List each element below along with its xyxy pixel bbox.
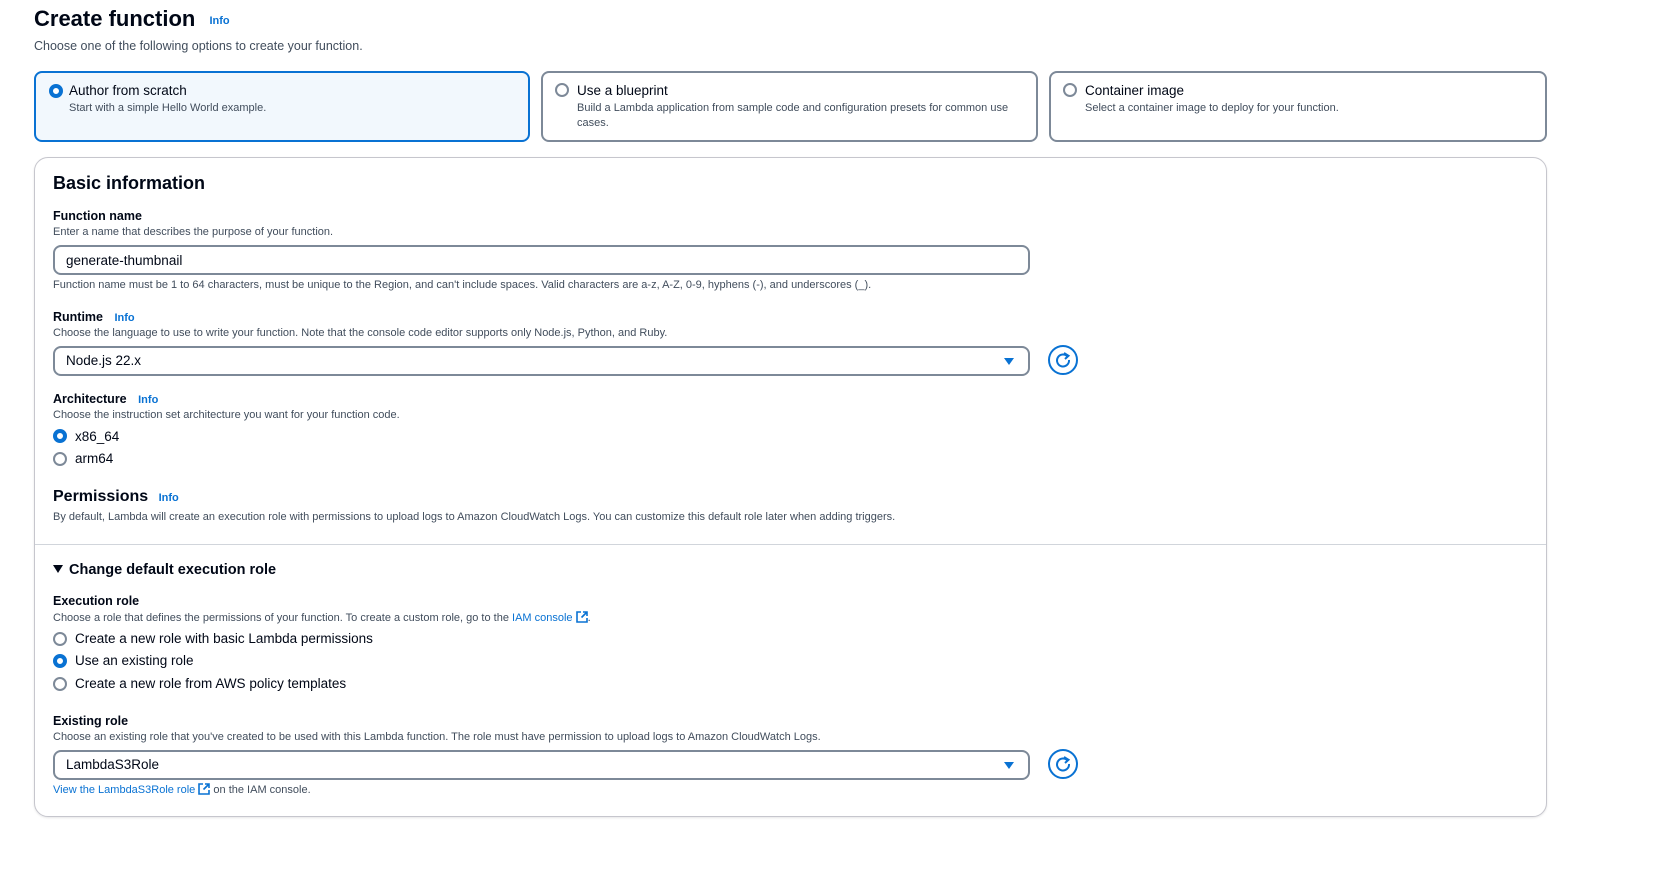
runtime-select[interactable]: Node.js 22.x <box>53 346 1030 376</box>
external-link-icon <box>575 611 588 623</box>
expander-label: Change default execution role <box>69 562 277 578</box>
execution-role-description-period: . <box>587 612 591 624</box>
runtime-description: Choose the language to use to write your… <box>53 327 668 339</box>
option-title: Container image <box>1085 83 1185 98</box>
permissions-heading-text: Permissions <box>53 488 149 505</box>
title-info-link[interactable]: Info <box>209 15 229 27</box>
function-name-description: Enter a name that describes the purpose … <box>53 226 334 238</box>
existing-role-refresh-button[interactable] <box>1048 749 1078 779</box>
architecture-info-link[interactable]: Info <box>138 394 158 406</box>
radio-arm64[interactable] <box>53 452 67 466</box>
function-name-constraint: Function name must be 1 to 64 characters… <box>53 279 872 291</box>
option-container-image[interactable]: Container image Select a container image… <box>1049 71 1547 142</box>
page-subtitle: Choose one of the following options to c… <box>34 39 363 53</box>
runtime-info-link[interactable]: Info <box>114 312 134 324</box>
existing-role-description: Choose an existing role that you've crea… <box>53 731 821 743</box>
x86-64-label[interactable]: x86_64 <box>75 429 119 444</box>
page-title: Create function Info <box>34 6 230 31</box>
create-new-role-label[interactable]: Create a new role with basic Lambda perm… <box>75 631 373 646</box>
iam-console-link[interactable]: IAM console <box>512 611 588 624</box>
triangle-down-icon <box>53 565 63 573</box>
runtime-label-text: Runtime <box>53 310 103 324</box>
execution-role-description-text: Choose a role that defines the permissio… <box>53 612 509 624</box>
radio-use-a-blueprint[interactable] <box>555 83 569 97</box>
function-name-input[interactable] <box>53 245 1030 275</box>
runtime-refresh-button[interactable] <box>1048 345 1078 375</box>
runtime-selected-value: Node.js 22.x <box>66 353 142 368</box>
radio-container-image[interactable] <box>1063 83 1077 97</box>
option-use-a-blueprint[interactable]: Use a blueprint Build a Lambda applicati… <box>541 71 1038 142</box>
radio-create-new-role[interactable] <box>53 632 67 646</box>
existing-role-select[interactable]: LambdaS3Role <box>53 750 1030 780</box>
radio-author-from-scratch[interactable] <box>49 84 63 98</box>
function-name-label: Function name <box>53 209 142 223</box>
runtime-label: Runtime Info <box>53 310 135 324</box>
caret-down-icon <box>1004 762 1014 769</box>
existing-role-selected-value: LambdaS3Role <box>66 757 160 772</box>
external-link-icon <box>198 783 211 795</box>
option-title: Author from scratch <box>69 83 187 98</box>
arm64-label[interactable]: arm64 <box>75 451 113 466</box>
caret-down-icon <box>1004 358 1014 365</box>
permissions-info-link[interactable]: Info <box>159 492 179 504</box>
execution-role-description: Choose a role that defines the permissio… <box>53 611 591 624</box>
existing-role-label: Existing role <box>53 714 129 728</box>
basic-information-heading: Basic information <box>53 173 206 193</box>
architecture-description: Choose the instruction set architecture … <box>53 409 400 421</box>
option-description: Build a Lambda application from sample c… <box>577 102 1009 129</box>
refresh-icon <box>1056 352 1071 368</box>
option-title: Use a blueprint <box>577 83 668 98</box>
option-description: Start with a simple Hello World example. <box>69 102 267 114</box>
refresh-icon <box>1056 756 1071 772</box>
use-existing-role-label[interactable]: Use an existing role <box>75 653 194 668</box>
permissions-heading: Permissions Info <box>53 488 179 506</box>
radio-use-existing-role[interactable] <box>53 654 67 668</box>
view-role-line: View the LambdaS3Role role on the IAM co… <box>53 783 311 796</box>
architecture-label-text: Architecture <box>53 392 127 406</box>
radio-role-from-policy-templates[interactable] <box>53 677 67 691</box>
option-author-from-scratch[interactable]: Author from scratch Start with a simple … <box>34 71 530 142</box>
option-description: Select a container image to deploy for y… <box>1085 102 1339 114</box>
section-divider <box>35 544 1546 545</box>
view-role-link[interactable]: View the LambdaS3Role role <box>53 783 211 796</box>
permissions-description: By default, Lambda will create an execut… <box>53 511 896 523</box>
execution-role-label: Execution role <box>53 594 140 608</box>
radio-x86-64[interactable] <box>53 429 67 443</box>
role-from-policy-templates-label[interactable]: Create a new role from AWS policy templa… <box>75 676 346 691</box>
change-execution-role-expander[interactable]: Change default execution role <box>53 562 276 578</box>
view-role-suffix: on the IAM console. <box>213 784 311 796</box>
architecture-label: Architecture Info <box>53 392 158 406</box>
